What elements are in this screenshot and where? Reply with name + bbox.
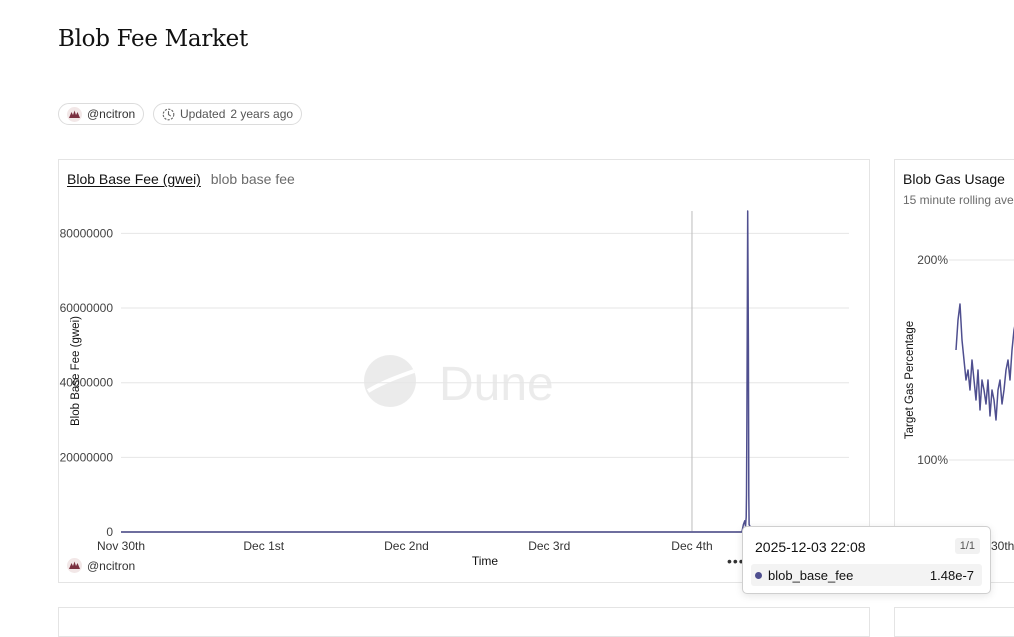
y-axis-label: Blob Base Fee (gwei) [70,316,82,426]
y-axis-label: Target Gas Percentage [904,320,916,440]
avatar-mark-icon [69,110,80,118]
avatar [67,558,82,573]
chart-author[interactable]: @ncitron [67,558,135,573]
next-card [58,607,870,637]
chart-author-name: @ncitron [87,558,136,573]
y-tick-label: 40000000 [60,376,114,390]
tooltip-series-name: blob_base_fee [768,567,854,583]
x-axis-label: Time [472,554,499,568]
x-tick-label: Nov 30th [97,539,145,553]
page-title: Blob Fee Market [58,26,248,52]
y-tick-label: 20000000 [60,450,114,464]
blob-base-fee-chart[interactable]: Dune 0 20000000 40000000 60000000 80000000 N… [59,160,869,584]
y-tick-label: 200% [917,253,948,267]
chart-tooltip: 2025-12-03 22:08 1/1 blob_base_fee 1.48e… [742,526,991,594]
tooltip-row: blob_base_fee 1.48e-7 [751,564,982,586]
y-tick-label: 100% [917,453,948,467]
x-tick-label: Dec 1st [243,539,284,553]
avatar-mark-icon [69,561,80,569]
series-line [955,303,1014,421]
x-tick-label: 30th [991,539,1014,553]
blob-gas-usage-card: Blob Gas Usage 15 minute rolling ave 100… [894,159,1014,583]
tooltip-page: 1/1 [954,538,980,554]
y-tick-label: 80000000 [60,226,114,240]
x-tick-label: Dec 2nd [384,539,429,553]
updated-pill: Updated 2 years ago [153,103,303,125]
updated-value: 2 years ago [230,107,294,121]
avatar [67,106,82,122]
author-pill[interactable]: @ncitron [58,103,145,125]
updated-label: Updated [180,107,226,121]
watermark-text: Dune [439,358,554,411]
next-card-right [894,607,1014,637]
blob-base-fee-card: Blob Base Fee (gwei) blob base fee Dune … [58,159,870,583]
y-tick-label: 60000000 [60,301,114,315]
author-name: @ncitron [87,107,136,121]
clock-icon [162,108,175,121]
x-tick-label: Dec 3rd [528,539,570,553]
y-tick-label: 0 [106,525,113,539]
series-dot-icon [755,571,762,579]
tooltip-value: 1.48e-7 [929,567,974,583]
x-tick-label: Dec 4th [671,539,712,553]
tooltip-time: 2025-12-03 22:08 [755,539,866,555]
